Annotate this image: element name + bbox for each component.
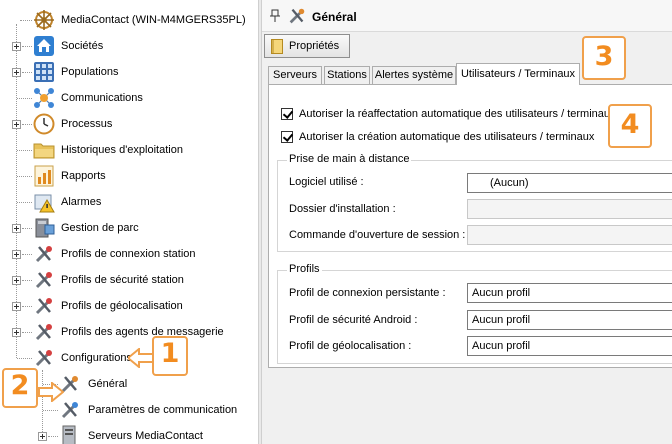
software-field[interactable]: (Aucun)	[467, 173, 672, 193]
install-field[interactable]	[467, 199, 672, 219]
tools-icon	[35, 350, 52, 367]
annotation-badge-1: 1	[152, 336, 188, 376]
tree-item-profils-connexion[interactable]: Profils de connexion station	[61, 247, 196, 261]
expand-icon[interactable]	[12, 276, 21, 285]
tools-icon	[35, 298, 52, 315]
tree-item-profils-securite[interactable]: Profils de sécurité station	[61, 273, 184, 287]
remote-control-title: Prise de main à distance	[287, 153, 412, 165]
reassign-checkbox[interactable]	[281, 108, 293, 120]
tree-item-serveurs[interactable]: Serveurs MediaContact	[88, 429, 203, 443]
navigation-tree: MediaContact (WIN-M4MGERS35PL) Sociétés …	[0, 0, 258, 444]
geo-label: Profil de géolocalisation :	[289, 340, 412, 352]
monitor-icon	[35, 218, 55, 238]
command-field[interactable]	[467, 225, 672, 245]
install-label: Dossier d'installation :	[289, 203, 396, 215]
tab-alertes-systeme[interactable]: Alertes système	[372, 66, 456, 84]
tree-item-profils-agents[interactable]: Profils des agents de messagerie	[61, 325, 224, 339]
tree-item-societes[interactable]: Sociétés	[61, 39, 103, 53]
tools-icon	[35, 324, 52, 341]
expand-icon[interactable]	[12, 250, 21, 259]
document-icon	[271, 38, 283, 54]
tree-item-alarmes[interactable]: Alarmes	[61, 195, 101, 209]
panel-header: Général	[262, 0, 672, 32]
tree-item-historiques[interactable]: Historiques d'exploitation	[61, 143, 183, 157]
arrow-right-icon	[38, 382, 64, 402]
arrow-left-icon	[128, 348, 154, 368]
house-icon	[34, 36, 54, 56]
wheel-icon	[34, 10, 54, 30]
pin-icon[interactable]	[270, 9, 280, 23]
folder-icon	[33, 143, 55, 159]
software-value: (Aucun)	[490, 177, 529, 189]
tree-item-configurations[interactable]: Configurations	[61, 351, 132, 365]
tab-utilisateurs-terminaux[interactable]: Utilisateurs / Terminaux	[456, 63, 580, 85]
tree-item-processus[interactable]: Processus	[61, 117, 112, 131]
expand-icon[interactable]	[12, 302, 21, 311]
expand-icon[interactable]	[12, 120, 21, 129]
tree-item-parametres-communication[interactable]: Paramètres de communication	[88, 403, 237, 417]
tools-icon	[61, 402, 78, 419]
alarm-icon	[34, 194, 55, 213]
tree-item-general[interactable]: Général	[88, 377, 127, 391]
page-title: Général	[312, 10, 357, 24]
tree-item-root[interactable]: MediaContact (WIN-M4MGERS35PL)	[61, 13, 246, 27]
tree-item-communications[interactable]: Communications	[61, 91, 143, 105]
expand-icon[interactable]	[38, 432, 47, 441]
properties-button[interactable]: Propriétés	[264, 34, 350, 58]
profiles-title: Profils	[287, 263, 322, 275]
persistent-label: Profil de connexion persistante :	[289, 287, 446, 299]
reassign-label: Autoriser la réaffectation automatique d…	[299, 108, 616, 120]
annotation-badge-4: 4	[608, 104, 652, 148]
expand-icon[interactable]	[12, 224, 21, 233]
tree-item-rapports[interactable]: Rapports	[61, 169, 106, 183]
security-label: Profil de sécurité Android :	[289, 314, 418, 326]
create-label: Autoriser la création automatique des ut…	[299, 131, 595, 143]
properties-panel: Général Propriétés Serveurs Stations Ale…	[262, 0, 672, 444]
tab-stations[interactable]: Stations	[324, 66, 370, 84]
tab-serveurs[interactable]: Serveurs	[268, 66, 322, 84]
software-label: Logiciel utilisé :	[289, 176, 364, 188]
expand-icon[interactable]	[12, 68, 21, 77]
expand-icon[interactable]	[12, 328, 21, 337]
annotation-badge-2: 2	[2, 368, 38, 408]
server-icon	[62, 425, 76, 444]
expand-icon[interactable]	[12, 42, 21, 51]
properties-label: Propriétés	[289, 40, 340, 52]
tree-item-populations[interactable]: Populations	[61, 65, 119, 79]
security-field[interactable]: Aucun profil	[467, 310, 672, 330]
persistent-field[interactable]: Aucun profil	[467, 283, 672, 303]
tools-icon	[35, 272, 52, 289]
clock-icon	[33, 113, 55, 135]
create-checkbox[interactable]	[281, 131, 293, 143]
annotation-badge-3: 3	[582, 36, 626, 80]
network-icon	[34, 88, 54, 108]
chart-icon	[34, 165, 54, 187]
tree-item-profils-geolocalisation[interactable]: Profils de géolocalisation	[61, 299, 183, 313]
geo-field[interactable]: Aucun profil	[467, 336, 672, 356]
tree-item-gestion-parc[interactable]: Gestion de parc	[61, 221, 139, 235]
grid-icon	[34, 62, 54, 82]
tools-icon	[289, 8, 305, 24]
command-label: Commande d'ouverture de session :	[289, 229, 466, 241]
tools-icon	[35, 246, 52, 263]
